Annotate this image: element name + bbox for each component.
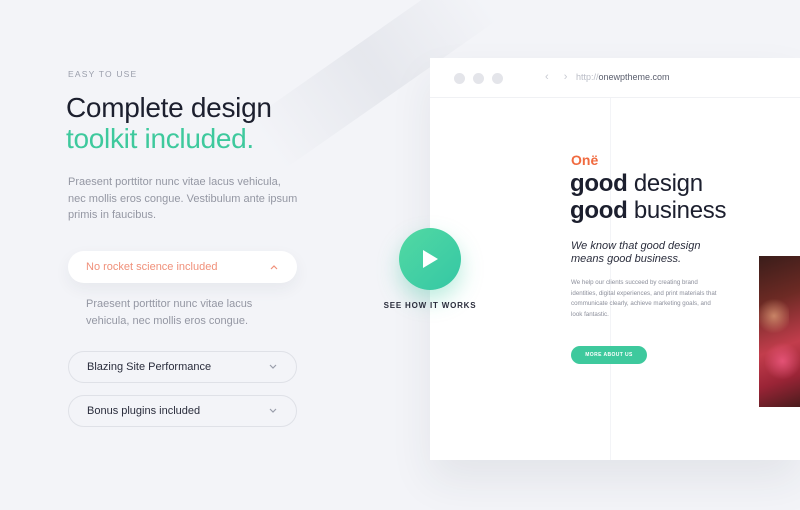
- accordion-item-bonus-plugins[interactable]: Bonus plugins included: [68, 395, 297, 427]
- play-caption[interactable]: SEE HOW IT WORKS: [380, 301, 480, 310]
- more-about-us-button[interactable]: MORE ABOUT US: [571, 346, 647, 364]
- accordion-item-site-performance[interactable]: Blazing Site Performance: [68, 351, 297, 383]
- chevron-down-icon: [268, 362, 278, 372]
- window-dot: [492, 73, 503, 84]
- accordion-body: Praesent porttitor nunc vitae lacus vehi…: [86, 298, 253, 327]
- headline-line-1: Complete design: [66, 92, 272, 123]
- site-copy: We help our clients succeed by creating …: [571, 279, 717, 318]
- accordion-label: No rocket science included: [86, 261, 218, 273]
- hero-photo: [759, 256, 800, 407]
- play-icon: [423, 250, 438, 268]
- play-button[interactable]: [399, 228, 461, 290]
- url-protocol: http://: [576, 72, 599, 82]
- browser-toolbar: ‹ › http://onewptheme.com: [430, 58, 800, 98]
- photo-highlight: [759, 296, 789, 336]
- site-heading: good design good business: [570, 170, 726, 224]
- chevron-down-icon: [268, 406, 278, 416]
- browser-url: http://onewptheme.com: [576, 72, 670, 82]
- nav-arrows-icon: ‹ ›: [545, 71, 574, 83]
- section-headline: Complete design toolkit included.: [66, 92, 272, 154]
- accordion-label: Bonus plugins included: [87, 405, 201, 417]
- section-eyebrow: EASY TO USE: [68, 69, 138, 79]
- accordion-label: Blazing Site Performance: [87, 361, 212, 373]
- headline-line-2: toolkit included.: [66, 123, 254, 154]
- window-dot: [454, 73, 465, 84]
- site-tagline: We know that good design means good busi…: [571, 240, 701, 265]
- heading-rest: business: [627, 197, 727, 224]
- heading-rest: design: [627, 170, 703, 197]
- accordion-item-no-rocket-science[interactable]: No rocket science included: [68, 251, 297, 283]
- window-dot: [473, 73, 484, 84]
- photo-highlight: [765, 341, 800, 381]
- chevron-up-icon: [269, 262, 279, 272]
- browser-mockup: ‹ › http://onewptheme.com Onë good desig…: [430, 58, 800, 460]
- url-domain: onewptheme.com: [598, 72, 670, 82]
- section-intro: Praesent porttitor nunc vitae lacus vehi…: [68, 176, 298, 221]
- heading-bold: good: [570, 197, 628, 224]
- site-logo: Onë: [571, 152, 599, 168]
- heading-bold: good: [570, 170, 628, 197]
